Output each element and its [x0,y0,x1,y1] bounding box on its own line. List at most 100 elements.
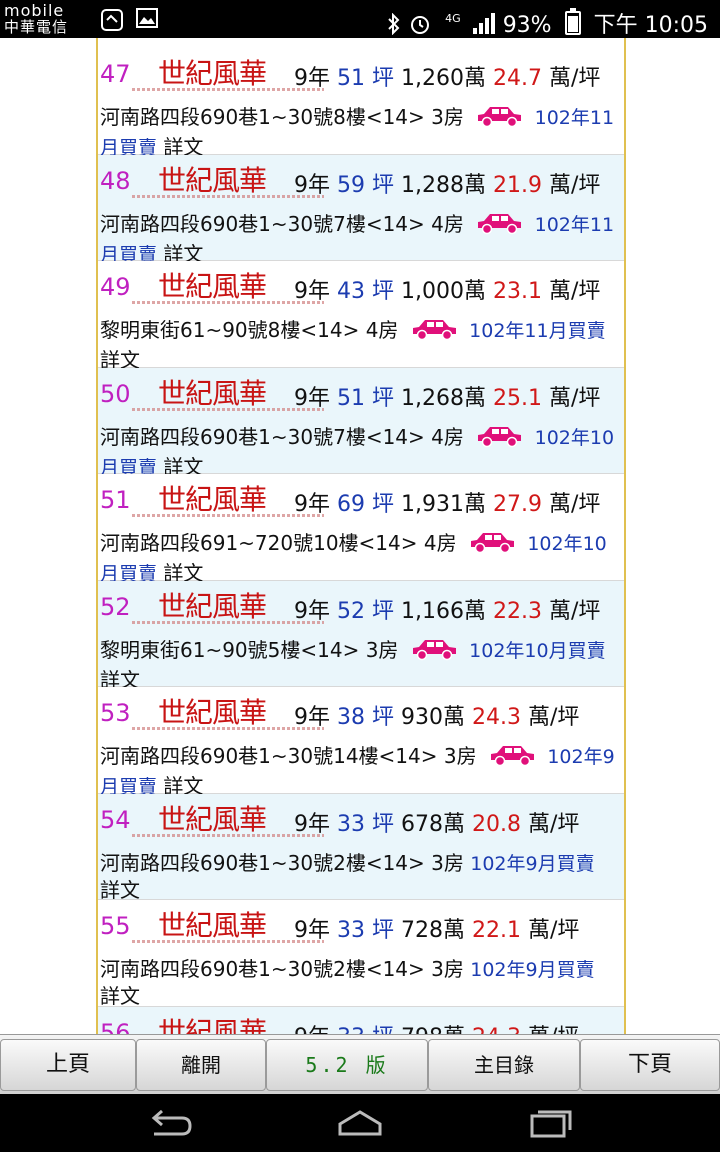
price-per-ping: 21.9 [492,172,542,198]
listing-number: 53 [100,699,131,727]
listing-address: 河南路四段690巷1~30號8樓<14> 3房 [100,105,464,129]
listing-number: 49 [100,273,131,301]
listing-address: 河南路四段690巷1~30號2樓<14> 3房 [100,957,464,981]
listing-row[interactable]: 55 世紀風華 9年 33 坪 728萬 22.1 萬/坪 河南路四段690巷1… [98,900,624,1008]
price-per-ping: 23.1 [492,279,542,304]
listing-info: 9年 33 坪 798萬 24.3 萬/坪 [294,1019,579,1035]
listing-row[interactable]: 52 世紀風華 9年 52 坪 1,166萬 22.3 萬/坪 黎明東街61~9… [98,580,624,692]
brand-logo: 世紀風華 [132,265,324,309]
listing-address: 河南路四段691~720號10樓<14> 4房 [100,531,457,555]
brand-logo-text: 世紀風華 [158,696,267,729]
price-per-ping: 24.7 [492,66,542,91]
price-unit: 萬/坪 [527,811,580,837]
listing-info: 9年 38 坪 930萬 24.3 萬/坪 [294,699,579,731]
recent-apps-icon[interactable] [526,1108,574,1138]
transaction-date: 102年11月買賣 [469,320,606,342]
leave-button[interactable]: 離開 [136,1039,266,1091]
parking-car-icon [467,530,517,560]
listing-row[interactable]: 49 世紀風華 9年 43 坪 1,000萬 23.1 萬/坪 黎明東街61~9… [98,261,624,372]
brand-logo: 世紀風華 [132,691,324,735]
listing-row[interactable]: 47 世紀風華 9年 51 坪 1,260萬 24.7 萬/坪 河南路四段690… [98,48,624,159]
listing-address-line: 河南路四段690巷1~30號2樓<14> 3房 102年9月買賣 詳文 [100,850,620,903]
main-menu-button[interactable]: 主目錄 [428,1039,580,1091]
carrier-label: mobile 中華電信 [4,3,69,36]
parking-car-icon [474,104,524,134]
building-age: 9年 [294,172,330,198]
listing-address-line: 河南路四段690巷1~30號7樓<14> 4房 102年10月買賣 詳文 [100,424,620,481]
brand-logo-text: 世紀風華 [158,483,267,516]
home-icon[interactable] [336,1108,384,1138]
price-unit: 萬/坪 [548,385,601,411]
listing-number: 51 [100,486,131,514]
listing-number: 47 [100,60,131,88]
area-ping: 52 坪 [337,598,394,624]
listing-row[interactable]: 50 世紀風華 9年 51 坪 1,268萬 25.1 萬/坪 河南路四段690… [98,367,624,479]
brand-logo-text: 世紀風華 [158,589,267,623]
listing-row[interactable]: 48 世紀風華 9年 59 坪 1,288萬 21.9 萬/坪 河南路四段690… [98,154,624,266]
carrier-line2: 中華電信 [4,18,69,36]
listing-row[interactable]: 53 世紀風華 9年 38 坪 930萬 24.3 萬/坪 河南路四段690巷1… [98,687,624,798]
listing-address-line: 河南路四段690巷1~30號7樓<14> 4房 102年11月買賣 詳文 [100,211,620,268]
area-ping: 51 坪 [337,66,394,91]
alarm-icon [408,13,439,38]
listing-number: 56 [100,1018,131,1035]
brand-logo: 世紀風華 [132,798,324,842]
total-price: 1,268萬 [401,385,486,411]
brand-logo-text: 世紀風華 [158,163,267,197]
price-per-ping: 24.3 [472,1025,521,1035]
price-unit: 萬/坪 [548,598,601,624]
listing-address-line: 黎明東街61~90號8樓<14> 4房 102年11月買賣 詳文 [100,317,620,373]
parking-car-icon [409,317,459,347]
building-age: 9年 [294,492,330,517]
area-ping: 51 坪 [337,385,394,411]
total-price: 678萬 [401,811,465,837]
list-top-strip [98,38,624,48]
battery-percent: 93% [502,13,552,38]
system-nav-bar [0,1094,720,1152]
total-price: 1,288萬 [401,172,486,198]
status-right: 4G 93% 下午 10:05 [387,6,708,41]
price-unit: 萬/坪 [528,1025,579,1035]
listing-row[interactable]: 54 世紀風華 9年 33 坪 678萬 20.8 萬/坪 河南路四段690巷1… [98,793,624,903]
listing-info: 9年 33 坪 728萬 22.1 萬/坪 [294,912,579,944]
area-ping: 33 坪 [337,918,394,943]
listing-row[interactable]: 51 世紀風華 9年 69 坪 1,931萬 27.9 萬/坪 河南路四段691… [98,474,624,585]
image-notification-icon [136,8,158,32]
listing-info: 9年 51 坪 1,268萬 25.1 萬/坪 [294,380,600,412]
price-unit: 萬/坪 [527,918,580,943]
brand-logo: 世紀風華 [158,1011,288,1035]
brand-logo-text: 世紀風華 [158,270,267,303]
listing-info: 9年 51 坪 1,260萬 24.7 萬/坪 [294,60,600,92]
prev-page-button[interactable]: 上頁 [0,1039,136,1091]
brand-logo: 世紀風華 [132,904,324,948]
listing-address: 河南路四段690巷1~30號2樓<14> 3房 [100,850,464,875]
bluetooth-icon [387,12,408,38]
listing-number: 52 [100,592,131,621]
building-age: 9年 [294,66,330,91]
next-page-button[interactable]: 下頁 [580,1039,720,1091]
listing-info: 9年 59 坪 1,288萬 21.9 萬/坪 [294,167,600,199]
listing-address-line: 河南路四段691~720號10樓<14> 4房 102年10月買賣 詳文 [100,530,620,587]
area-ping: 33 坪 [337,1025,394,1035]
listing-row[interactable]: 56 世紀風華 9年 33 坪 798萬 24.3 萬/坪 [98,1006,624,1035]
brand-logo: 世紀風華 [132,159,324,203]
total-price: 1,931萬 [401,492,486,517]
brand-logo-text: 世紀風華 [158,802,267,836]
app-notification-icon [100,8,124,36]
listing-address-line: 黎明東街61~90號5樓<14> 3房 102年10月買賣 詳文 [100,637,620,693]
detail-link[interactable]: 詳文 [100,984,140,1008]
brand-logo: 世紀風華 [132,372,324,416]
building-age: 9年 [294,705,330,730]
back-icon[interactable] [146,1108,194,1138]
transaction-date: 102年9月買賣 [470,959,595,981]
listing-address: 黎明東街61~90號8樓<14> 4房 [100,318,399,342]
transaction-date: 102年10月買賣 [469,639,606,662]
price-unit: 萬/坪 [548,279,601,304]
detail-link[interactable]: 詳文 [100,878,140,902]
total-price: 930萬 [401,705,465,730]
network-type: 4G [445,12,461,25]
brand-logo-text: 世紀風華 [158,909,267,942]
version-label: 5.2 版 [266,1039,428,1091]
area-ping: 33 坪 [337,811,394,837]
price-per-ping: 27.9 [492,492,542,517]
